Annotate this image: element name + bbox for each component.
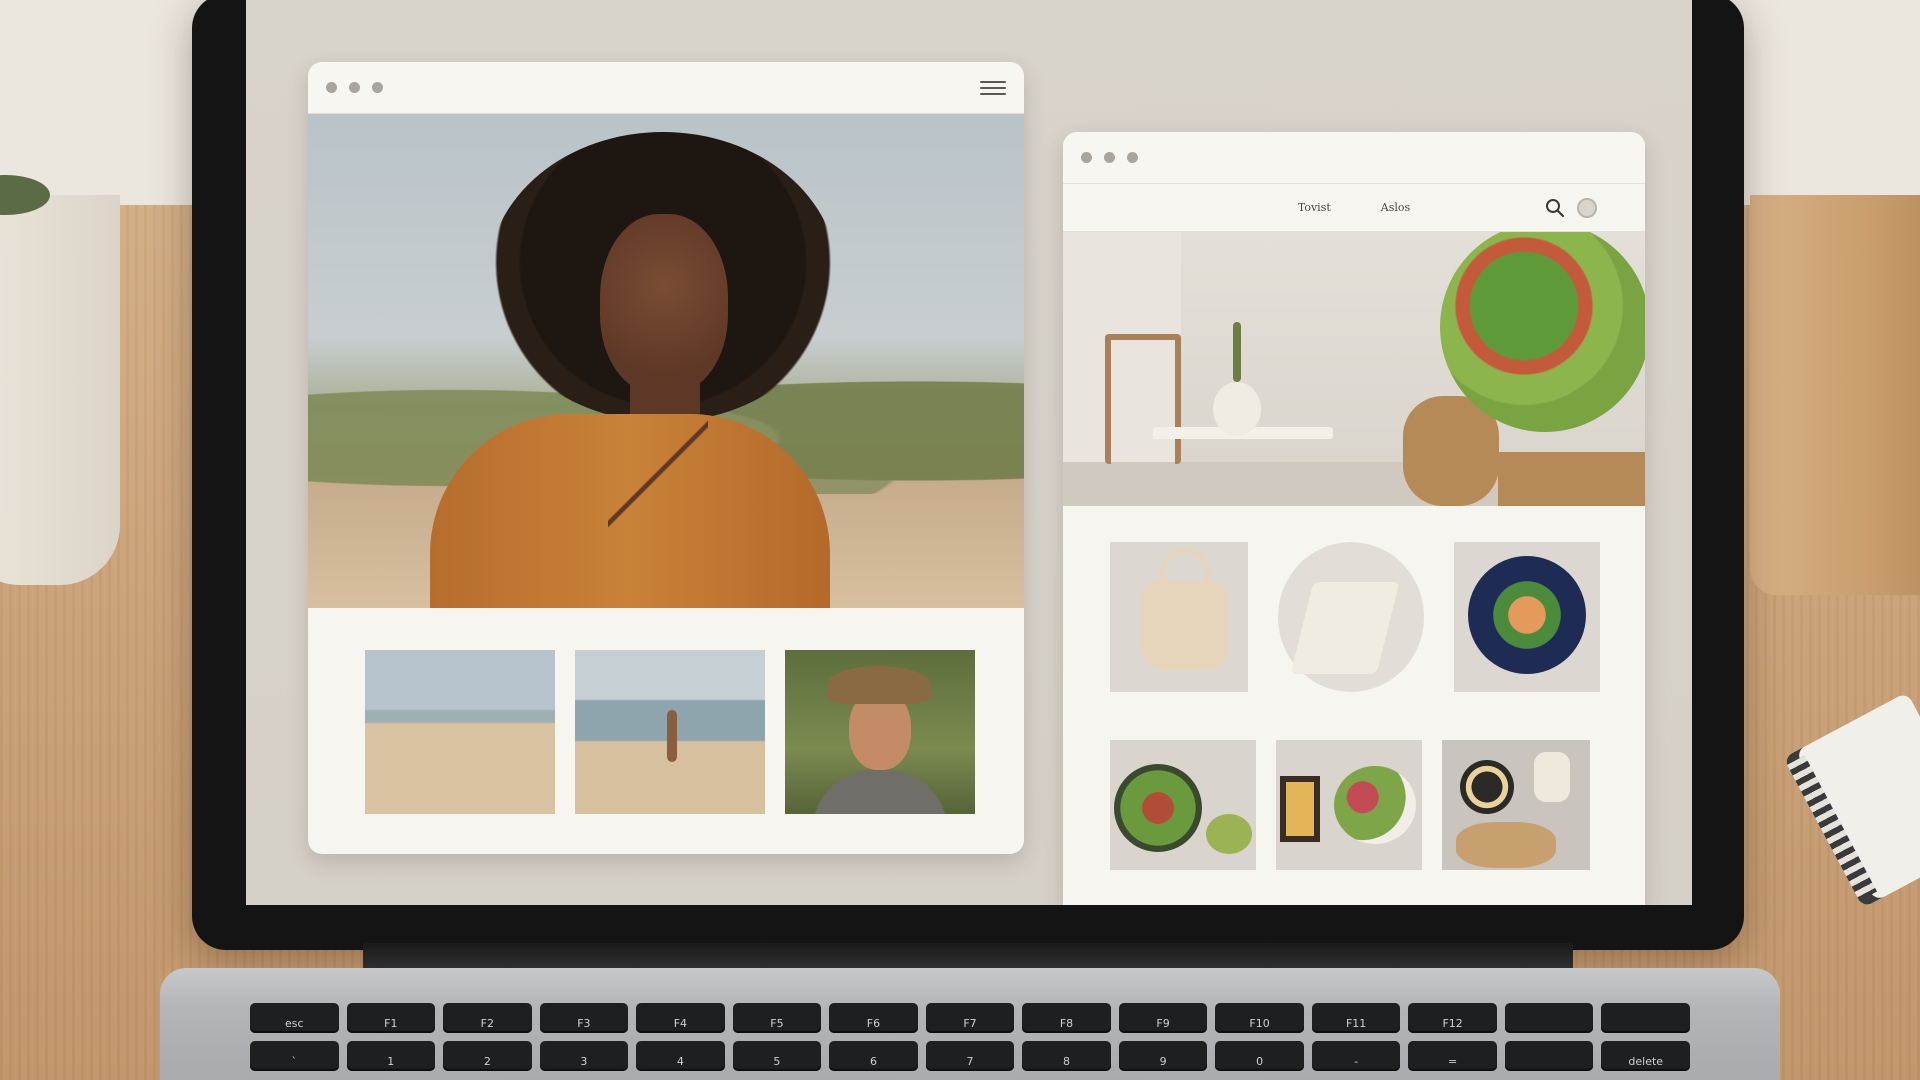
laptop-keyboard: esc F1 F2 F3 F4 F5 F6 F7 F8 F9 F10 F11 F12 ` 1 2 3 4 5 6 7 8 9… xyxy=(250,1003,1690,1080)
spiral-notebook xyxy=(1783,692,1920,908)
bag-body xyxy=(1142,582,1228,670)
man-hat xyxy=(827,666,931,704)
product-tile-tote-bag[interactable] xyxy=(1110,542,1248,692)
keyboard-key[interactable]: F8 xyxy=(1022,1003,1111,1033)
window-titlebar xyxy=(1063,132,1645,184)
product-tile-plate[interactable] xyxy=(1454,542,1600,692)
window-dot-icon[interactable] xyxy=(1104,152,1115,163)
nav-icons xyxy=(1545,198,1597,218)
hero-image[interactable] xyxy=(308,114,1024,608)
hero-face xyxy=(600,214,728,394)
plated-dish xyxy=(1468,556,1586,674)
keyboard-key[interactable]: F6 xyxy=(829,1003,918,1033)
product-tile-kitchen[interactable] xyxy=(1442,740,1590,870)
thumbnail-beach[interactable] xyxy=(365,650,555,814)
laptop-screen: Tovist Aslos xyxy=(246,0,1692,905)
profile-circle-icon[interactable] xyxy=(1577,198,1597,218)
keyboard-key[interactable]: F4 xyxy=(636,1003,725,1033)
side-bowl xyxy=(1206,814,1252,854)
window-dot-icon[interactable] xyxy=(372,82,383,93)
keyboard-key[interactable]: F5 xyxy=(732,1003,822,1033)
window-titlebar xyxy=(308,62,1024,114)
wooden-pencil-cup xyxy=(1750,195,1920,595)
keyboard-key[interactable]: F9 xyxy=(1118,1003,1208,1033)
site-nav: Tovist Aslos xyxy=(1063,184,1645,232)
thumbnail-man[interactable] xyxy=(785,650,975,814)
keyboard-key[interactable]: 5 xyxy=(732,1041,822,1071)
shop-window: Tovist Aslos xyxy=(1063,132,1645,905)
keyboard-key[interactable]: 9 xyxy=(1118,1041,1208,1071)
keyboard-key[interactable]: F3 xyxy=(539,1003,629,1033)
keyboard-key[interactable]: - xyxy=(1311,1041,1401,1071)
hero-collar xyxy=(608,414,708,534)
walker-figure xyxy=(667,710,677,762)
kitchen-pan xyxy=(1460,760,1514,814)
banner-tray xyxy=(1498,452,1645,506)
bread-loaf xyxy=(1456,822,1556,868)
keyboard-key[interactable]: F7 xyxy=(925,1003,1015,1033)
keyboard-key[interactable]: = xyxy=(1408,1041,1497,1071)
banner-vase xyxy=(1213,382,1261,436)
banner-chair xyxy=(1105,334,1181,464)
portfolio-window xyxy=(308,62,1024,854)
plant-pot xyxy=(0,175,120,585)
product-grid-row-2 xyxy=(1110,740,1590,870)
keyboard-key[interactable]: 7 xyxy=(925,1041,1015,1071)
thumbnail-walker[interactable] xyxy=(575,650,765,814)
product-tile-linen[interactable] xyxy=(1278,542,1424,692)
banner-salad-bowl xyxy=(1440,232,1645,432)
window-dot-icon[interactable] xyxy=(1081,152,1092,163)
salad-bowl xyxy=(1114,764,1202,852)
banner-image[interactable] xyxy=(1063,232,1645,506)
kitchen-cup xyxy=(1534,752,1570,802)
keyboard-key[interactable]: 6 xyxy=(829,1041,918,1071)
keyboard-key[interactable]: F2 xyxy=(443,1003,532,1033)
keyboard-key[interactable]: 8 xyxy=(1022,1041,1111,1071)
keyboard-key[interactable]: 2 xyxy=(443,1041,532,1071)
hamburger-menu-icon[interactable] xyxy=(980,80,1006,95)
nav-link-aslos[interactable]: Aslos xyxy=(1381,201,1410,214)
man-body xyxy=(813,770,947,814)
banner-plant-stem xyxy=(1233,322,1241,382)
keyboard-key[interactable]: 3 xyxy=(539,1041,629,1071)
nav-link-tovist[interactable]: Tovist xyxy=(1298,201,1331,214)
keyboard-key[interactable]: delete xyxy=(1601,1041,1690,1071)
keyboard-key[interactable]: 0 xyxy=(1215,1041,1304,1071)
keyboard-key[interactable]: F12 xyxy=(1408,1003,1497,1033)
keyboard-key[interactable]: 4 xyxy=(636,1041,725,1071)
keyboard-key[interactable]: F11 xyxy=(1311,1003,1401,1033)
keyboard-key[interactable]: F1 xyxy=(346,1003,436,1033)
product-grid-row-1 xyxy=(1110,542,1600,692)
product-tile-salad[interactable] xyxy=(1110,740,1256,870)
keyboard-key[interactable] xyxy=(1504,1003,1594,1033)
keyboard-key[interactable]: 1 xyxy=(346,1041,436,1071)
framed-art xyxy=(1280,776,1320,842)
window-dot-icon[interactable] xyxy=(349,82,360,93)
search-icon[interactable] xyxy=(1545,198,1565,218)
keyboard-key[interactable] xyxy=(1601,1003,1690,1033)
thumbnail-row xyxy=(365,650,975,814)
product-tile-art-salad[interactable] xyxy=(1276,740,1422,870)
window-dot-icon[interactable] xyxy=(326,82,337,93)
window-dot-icon[interactable] xyxy=(1127,152,1138,163)
keyboard-key[interactable] xyxy=(1504,1041,1594,1071)
keyboard-key[interactable]: F10 xyxy=(1215,1003,1304,1033)
keyboard-key[interactable]: ` xyxy=(250,1041,339,1071)
keyboard-key[interactable]: esc xyxy=(250,1003,339,1033)
salad-plate xyxy=(1334,766,1416,844)
